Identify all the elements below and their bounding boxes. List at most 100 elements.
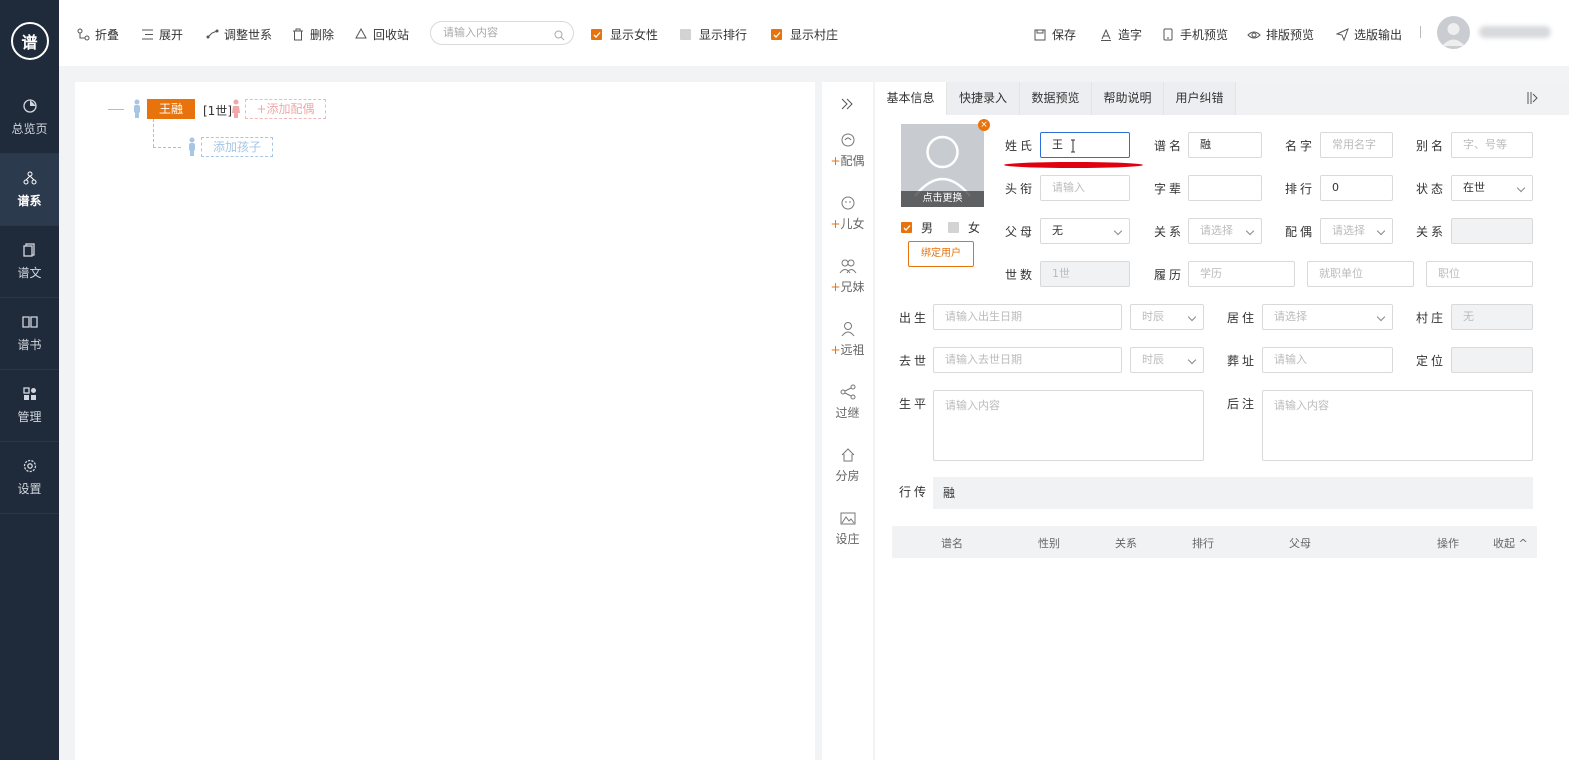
tab-help[interactable]: 帮助说明 bbox=[1092, 82, 1164, 115]
add-spouse-button[interactable]: +添加配偶 bbox=[245, 99, 326, 119]
plus-sign: + bbox=[830, 217, 841, 231]
search-icon[interactable] bbox=[554, 27, 565, 49]
residence-select[interactable]: 请选择 bbox=[1262, 304, 1393, 330]
add-child-button[interactable]: 添加孩子 bbox=[201, 137, 273, 157]
adjust-generation-button[interactable]: 调整世系 bbox=[205, 26, 272, 43]
death-date-input[interactable]: 请输入去世日期 bbox=[933, 347, 1122, 373]
residence-placeholder: 请选择 bbox=[1274, 310, 1307, 323]
person-detail-panel: 基本信息 快捷录入 数据预览 帮助说明 用户纠错 点击更换 × 男 女 绑定用户… bbox=[875, 82, 1569, 760]
output-button[interactable]: 选版输出 bbox=[1335, 26, 1402, 43]
surname-input[interactable]: 王 bbox=[1040, 132, 1130, 158]
birth-date-input[interactable]: 请输入出生日期 bbox=[933, 304, 1122, 330]
birth-hour-select[interactable]: 时辰 bbox=[1130, 304, 1204, 330]
parents-select[interactable]: 无 bbox=[1040, 218, 1130, 244]
sidebar-item-text[interactable]: 谱文 bbox=[0, 226, 59, 298]
col-gender: 性别 bbox=[1038, 537, 1060, 550]
status-select[interactable]: 在世 bbox=[1451, 175, 1533, 201]
tree-connector bbox=[153, 147, 181, 148]
biography-textarea[interactable]: 请输入内容 bbox=[933, 390, 1204, 461]
position-input[interactable]: 职位 bbox=[1426, 261, 1533, 287]
mobile-preview-button[interactable]: 手机预览 bbox=[1161, 26, 1228, 43]
create-char-button[interactable]: 造字 bbox=[1099, 26, 1142, 43]
residence-label: 居住 bbox=[1227, 311, 1258, 325]
birth-label: 出生 bbox=[899, 311, 930, 325]
user-avatar[interactable] bbox=[1437, 16, 1470, 49]
expand-panel-icon[interactable] bbox=[841, 98, 853, 113]
add-ancestor-action[interactable]: +远祖 bbox=[822, 321, 873, 358]
spouse-placeholder: 请选择 bbox=[1332, 224, 1365, 237]
add-spouse-action[interactable]: +配偶 bbox=[822, 132, 873, 169]
top-toolbar: 折叠 展开 调整世系 删除 回收站 请输入内容 显示女性 显示排行 显示村庄 保… bbox=[59, 0, 1569, 66]
recycle-bin-button[interactable]: 回收站 bbox=[354, 26, 409, 43]
delete-button[interactable]: 删除 bbox=[291, 26, 334, 43]
zibei-input[interactable] bbox=[1188, 175, 1262, 201]
checkbox-checked-icon bbox=[591, 29, 602, 40]
burial-label: 葬址 bbox=[1227, 354, 1258, 368]
relation-placeholder: 请选择 bbox=[1200, 224, 1233, 237]
spouse-relation-label: 关系 bbox=[1416, 225, 1447, 239]
show-rank-checkbox[interactable]: 显示排行 bbox=[680, 26, 747, 43]
location-input[interactable] bbox=[1451, 347, 1533, 373]
layout-preview-button[interactable]: 排版预览 bbox=[1247, 26, 1314, 43]
show-village-checkbox[interactable]: 显示村庄 bbox=[771, 26, 838, 43]
education-input[interactable]: 学历 bbox=[1188, 261, 1295, 287]
sidebar-item-settings[interactable]: 设置 bbox=[0, 442, 59, 514]
show-female-checkbox[interactable]: 显示女性 bbox=[591, 26, 658, 43]
alias-input[interactable]: 字、号等 bbox=[1451, 132, 1533, 158]
set-village-action[interactable]: 设庄 bbox=[822, 510, 873, 547]
expand-button[interactable]: 展开 bbox=[140, 26, 183, 43]
collapse-table-button[interactable]: 收起 ^ bbox=[1493, 535, 1528, 551]
bind-user-button[interactable]: 绑定用户 bbox=[908, 241, 974, 267]
sidebar-item-lineage[interactable]: 谱系 bbox=[0, 154, 59, 226]
detail-tabs: 基本信息 快捷录入 数据预览 帮助说明 用户纠错 bbox=[875, 82, 1569, 115]
ancestor-icon bbox=[822, 321, 873, 339]
tab-basic-info[interactable]: 基本信息 bbox=[875, 82, 947, 115]
postscript-label: 后注 bbox=[1227, 397, 1258, 411]
avatar-photo[interactable]: 点击更换 bbox=[901, 124, 984, 207]
postscript-textarea[interactable]: 请输入内容 bbox=[1262, 390, 1533, 461]
chevron-down-icon bbox=[1113, 226, 1123, 236]
tab-user-correction[interactable]: 用户纠错 bbox=[1164, 82, 1236, 115]
search-input[interactable]: 请输入内容 bbox=[430, 21, 574, 45]
recycle-bin-label: 回收站 bbox=[373, 28, 410, 42]
sidebar-item-overview[interactable]: 总览页 bbox=[0, 82, 59, 154]
add-child-action[interactable]: +儿女 bbox=[822, 195, 873, 232]
branch-house-action[interactable]: 分房 bbox=[822, 447, 873, 484]
save-label: 保存 bbox=[1052, 28, 1077, 42]
relation-select[interactable]: 请选择 bbox=[1188, 218, 1262, 244]
adoption-action[interactable]: 过继 bbox=[822, 384, 873, 421]
tab-quick-entry[interactable]: 快捷录入 bbox=[947, 82, 1020, 115]
save-button[interactable]: 保存 bbox=[1033, 26, 1076, 43]
sidebar-item-label: 谱书 bbox=[17, 338, 42, 352]
landscape-icon bbox=[822, 510, 873, 528]
add-sibling-action[interactable]: +兄妹 bbox=[822, 258, 873, 295]
given-name-input[interactable]: 常用名字 bbox=[1320, 132, 1393, 158]
remove-photo-icon[interactable]: × bbox=[978, 119, 990, 131]
fold-button[interactable]: 折叠 bbox=[76, 26, 119, 43]
tree-canvas[interactable]: 王融 [1世] +添加配偶 添加孩子 bbox=[75, 82, 815, 760]
title-input[interactable]: 请输入 bbox=[1040, 175, 1130, 201]
sidebar: 谱 总览页 谱系 谱文 谱书 管理 设置 bbox=[0, 0, 59, 760]
burial-input[interactable]: 请输入 bbox=[1262, 347, 1393, 373]
collapse-panel-icon[interactable] bbox=[1527, 91, 1539, 108]
death-hour-select[interactable]: 时辰 bbox=[1130, 347, 1204, 373]
employer-input[interactable]: 就职单位 bbox=[1307, 261, 1414, 287]
gender-male-checkbox[interactable]: 男 bbox=[901, 219, 933, 236]
tab-data-preview[interactable]: 数据预览 bbox=[1020, 82, 1092, 115]
gender-female-checkbox[interactable]: 女 bbox=[948, 219, 980, 236]
biography-line-field[interactable]: 融 bbox=[933, 477, 1533, 509]
change-photo-button[interactable]: 点击更换 bbox=[901, 191, 984, 207]
action-label: 兄妹 bbox=[840, 280, 865, 294]
sidebar-item-book[interactable]: 谱书 bbox=[0, 298, 59, 370]
tree-connector bbox=[153, 119, 154, 147]
username-blurred[interactable] bbox=[1479, 26, 1551, 38]
rank-input[interactable]: 0 bbox=[1320, 175, 1393, 201]
root-person-node[interactable]: 王融 bbox=[147, 99, 195, 119]
death-label: 去世 bbox=[899, 354, 930, 368]
sidebar-item-manage[interactable]: 管理 bbox=[0, 370, 59, 442]
app-logo[interactable]: 谱 bbox=[0, 0, 59, 82]
spouse-select[interactable]: 请选择 bbox=[1320, 218, 1393, 244]
village-input: 无 bbox=[1451, 304, 1533, 330]
checkbox-unchecked-icon bbox=[948, 222, 959, 233]
puming-input[interactable]: 融 bbox=[1188, 132, 1262, 158]
